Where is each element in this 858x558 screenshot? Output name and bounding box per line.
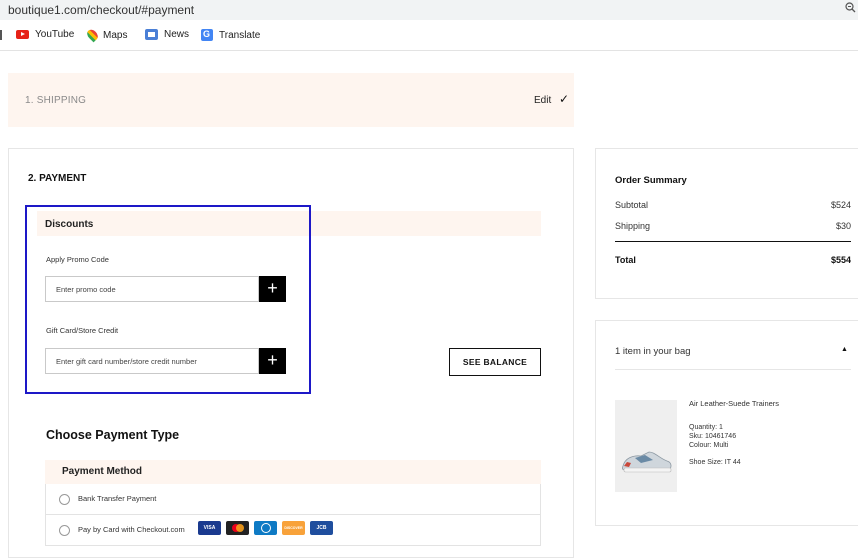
product-thumbnail [615,400,677,492]
magnifier-minus-icon[interactable] [845,2,856,16]
shipping-cost-label: Shipping [615,221,651,231]
subtotal-label: Subtotal [615,200,649,210]
bookmarks-bar: YouTube Maps News Translate [0,20,858,51]
caret-up-icon[interactable]: ▲ [841,346,848,353]
edit-shipping-link[interactable]: Edit [534,95,551,106]
payment-method-title: Payment Method [62,466,143,477]
product-colour: Colour: Multi [689,442,729,449]
bookmark-translate[interactable]: Translate [201,29,260,41]
subtotal-value: $524 [830,200,851,210]
payment-option-card[interactable]: Pay by Card with Checkout.com VISA DISCO… [45,515,541,546]
bookmark-label: News [164,29,190,40]
address-bar[interactable]: boutique1.com/checkout/#payment [0,0,858,20]
bag-summary: 1 item in your bag ▲ Air Leather-Suede T… [595,320,858,526]
news-icon [145,29,158,40]
bag-item-count[interactable]: 1 item in your bag [615,346,691,357]
maps-pin-icon [85,27,100,43]
product-size: Shoe Size: IT 44 [689,459,741,466]
payment-step-title: 2. PAYMENT [28,173,87,184]
bookmark-edge [0,30,2,40]
card-logos: VISA DISCOVER JCB [198,521,333,535]
youtube-icon [16,30,29,39]
shipping-cost-value: $30 [835,221,851,231]
bookmark-label: YouTube [35,29,75,40]
radio-button[interactable] [59,494,70,505]
choose-payment-type-title: Choose Payment Type [46,428,180,442]
total-value: $554 [830,255,851,265]
summary-divider [615,241,851,242]
order-summary-title: Order Summary [615,175,687,186]
visa-logo-icon: VISA [198,521,221,535]
subtotal-row: Subtotal $524 [615,200,851,210]
discounts-highlight-box [25,205,311,394]
payment-option-bank-transfer[interactable]: Bank Transfer Payment [45,484,541,515]
payment-option-label: Bank Transfer Payment [78,494,157,503]
bookmark-label: Translate [219,29,261,41]
shipping-step-label: 1. SHIPPING [25,95,87,106]
see-balance-button[interactable]: SEE BALANCE [449,348,541,376]
shipping-cost-row: Shipping $30 [615,221,851,231]
bookmark-maps[interactable]: Maps [85,27,128,43]
sneaker-image [622,451,672,473]
order-summary: Order Summary Subtotal $524 Shipping $30… [595,148,858,299]
bookmark-label: Maps [103,29,128,41]
bag-divider [615,369,851,370]
payment-option-label: Pay by Card with Checkout.com [78,525,185,534]
radio-button[interactable] [59,525,70,536]
diners-logo-icon [254,521,277,535]
url-text[interactable]: boutique1.com/checkout/#payment [8,3,194,17]
discover-logo-icon: DISCOVER [282,521,305,535]
shipping-step: 1. SHIPPING Edit ✓ [8,73,574,127]
product-name: Air Leather-Suede Trainers [689,399,780,408]
translate-icon [201,29,213,41]
total-label: Total [615,255,636,265]
bookmark-news[interactable]: News [145,29,189,40]
jcb-logo-icon: JCB [310,521,333,535]
payment-step: 2. PAYMENT Discounts Apply Promo Code + … [8,148,574,558]
total-row: Total $554 [615,255,851,265]
mastercard-logo-icon [226,521,249,535]
checkmark-icon: ✓ [559,92,570,106]
bookmark-youtube[interactable]: YouTube [16,29,74,40]
